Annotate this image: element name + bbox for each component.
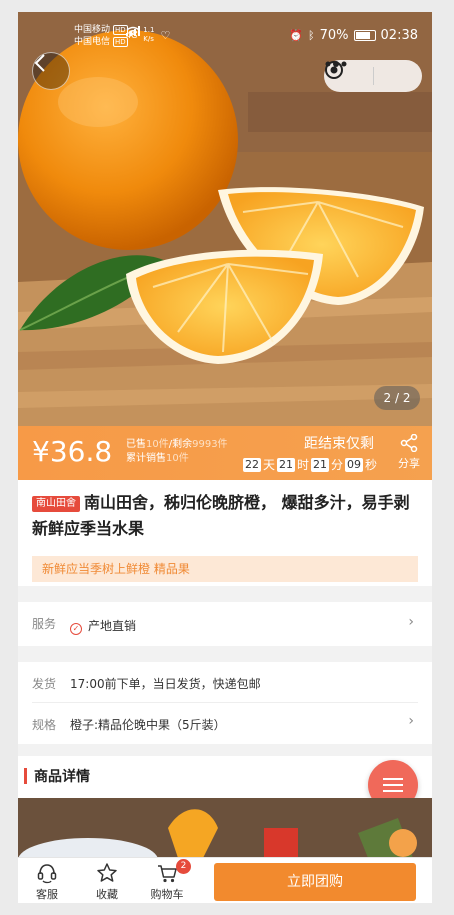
- app-frame: 中国移动HD 中国电信HD 4G 1.1 K/s ♡ ⏰ ᛒ 70% 02:38: [18, 12, 432, 903]
- detail-photo: [18, 798, 432, 858]
- sold-count: 10件: [146, 439, 169, 450]
- day-unit: 天: [263, 458, 276, 472]
- carrier-1: 中国移动: [74, 25, 111, 35]
- product-title-block: 南山田舍 南山田舍，秭归伦晚脐橙， 爆甜多汁，易手剥新鲜应季当水果: [32, 490, 418, 542]
- shipping-spec-card: 发货 17:00前下单，当日发货，快递包邮 规格 橙子:精品伦晚中果（5斤装） …: [18, 662, 432, 744]
- details-heading: 商品详情: [34, 769, 90, 785]
- chevron-left-icon: [34, 54, 45, 72]
- share-label: 分享: [398, 457, 420, 470]
- countdown-days: 22: [243, 457, 261, 472]
- carrier-info: 中国移动 HD 中国电信 HD: [74, 24, 128, 48]
- service-value: 产地直销: [88, 619, 137, 633]
- bluetooth-icon: ᛒ: [308, 29, 315, 42]
- product-info-card: 南山田舍 南山田舍，秭归伦晚脐橙， 爆甜多汁，易手剥新鲜应季当水果 新鲜应当季树上…: [18, 480, 432, 586]
- shipping-value: 17:00前下单，当日发货，快递包邮: [70, 677, 261, 691]
- sold-prefix: 已售: [126, 439, 146, 450]
- chevron-right-icon: ›: [408, 713, 414, 729]
- second-unit: 秒: [365, 458, 378, 472]
- countdown-minutes: 21: [311, 457, 330, 472]
- product-image[interactable]: 中国移动HD 中国电信HD 4G 1.1 K/s ♡ ⏰ ᛒ 70% 02:38: [18, 12, 432, 426]
- remain-count: 9993件: [192, 439, 228, 450]
- menu-icon: [383, 778, 403, 792]
- shipping-label: 发货: [32, 677, 57, 691]
- battery-percent: 70%: [319, 28, 349, 43]
- hour-unit: 时: [297, 458, 310, 472]
- price: ¥36.8: [32, 435, 113, 468]
- accent-bar: [24, 768, 27, 784]
- countdown-hours: 21: [277, 457, 296, 472]
- mini-program-capsule: [324, 60, 422, 92]
- cart-badge: 2: [176, 859, 191, 874]
- image-pager: 2 / 2: [374, 386, 420, 410]
- cart-icon: [158, 865, 177, 883]
- favorite-label: 收藏: [96, 888, 118, 901]
- spec-value: 橙子:精品伦晚中果（5斤装）: [70, 718, 226, 732]
- group-buy-button[interactable]: 立即团购: [214, 863, 416, 901]
- alarm-icon: ⏰: [289, 29, 304, 42]
- clock: 02:38: [380, 28, 418, 43]
- price-bar: ¥36.8 已售10件/剩余9993件 累计销售10件 距结束仅剩 22 天 2…: [18, 426, 432, 480]
- customer-service-label: 客服: [36, 888, 58, 901]
- spec-row[interactable]: 规格 橙子:精品伦晚中果（5斤装） ›: [18, 703, 432, 744]
- sales-info: 已售10件/剩余9993件 累计销售10件: [126, 438, 228, 466]
- wifi-icon: [126, 26, 140, 36]
- share-button[interactable]: 分享: [394, 433, 424, 471]
- spec-label: 规格: [32, 718, 57, 732]
- chevron-right-icon: ›: [408, 614, 414, 630]
- system-status: ⏰ ᛒ 70% 02:38: [289, 28, 418, 43]
- bottom-action-bar: 客服 收藏 购物车 2 立即团购: [18, 857, 432, 903]
- cart-label: 购物车: [150, 888, 184, 901]
- back-button[interactable]: [32, 52, 70, 90]
- product-title: 南山田舍，秭归伦晚脐橙， 爆甜多汁，易手剥新鲜应季当水果: [32, 493, 410, 538]
- capsule-divider: [372, 67, 374, 85]
- target-icon: [325, 61, 343, 79]
- share-icon: [400, 433, 418, 453]
- check-circle-icon: ✓: [70, 623, 82, 635]
- countdown-timer: 22 天 21 时 21 分 09 秒: [243, 456, 377, 473]
- headset-icon: [37, 864, 57, 884]
- remain-prefix: /剩余: [168, 439, 193, 450]
- favorite-tab[interactable]: 收藏: [80, 862, 134, 902]
- service-row[interactable]: 服务 ✓ 产地直销 ›: [18, 602, 432, 646]
- minute-unit: 分: [331, 458, 344, 472]
- countdown-seconds: 09: [345, 457, 364, 472]
- net-speed: 1.1 K/s: [143, 26, 155, 43]
- shop-tag[interactable]: 南山田舍: [32, 496, 80, 512]
- total-prefix: 累计销售: [126, 453, 166, 464]
- total-count: 10件: [166, 453, 189, 464]
- promo-banner: 新鲜应当季树上鲜橙 精品果: [32, 556, 418, 582]
- customer-service-tab[interactable]: 客服: [20, 862, 74, 902]
- battery-icon: [353, 30, 376, 41]
- star-icon: [97, 863, 117, 882]
- signal-area: 4G 1.1 K/s ♡: [126, 26, 170, 44]
- carrier-2: 中国电信: [74, 37, 111, 47]
- countdown-label: 距结束仅剩: [304, 436, 374, 452]
- detail-image: [18, 798, 432, 858]
- heart-icon: ♡: [160, 28, 171, 42]
- status-bar: 中国移动HD 中国电信HD 4G 1.1 K/s ♡ ⏰ ᛒ 70% 02:38: [18, 12, 432, 54]
- cart-tab[interactable]: 购物车 2: [140, 859, 194, 902]
- service-label: 服务: [32, 617, 57, 631]
